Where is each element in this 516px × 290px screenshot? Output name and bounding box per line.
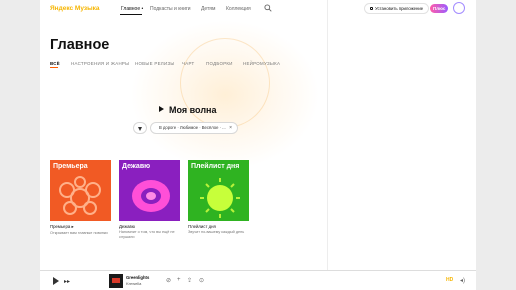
dislike-icon[interactable]: ⊘ bbox=[166, 277, 171, 284]
top-header: Яндекс Музыка Главное • Подкасты и книги… bbox=[40, 0, 476, 18]
volume-icon[interactable]: ◂) bbox=[460, 277, 465, 284]
wave-settings-button[interactable] bbox=[133, 122, 147, 134]
tab-active-underline bbox=[50, 67, 58, 68]
playlist-card-premiere[interactable]: Премьера Премьера ▸ Открывает вам главны… bbox=[50, 160, 111, 236]
playlist-description: Звучит по-вашему каждый день bbox=[188, 230, 245, 234]
playlist-cover[interactable]: Дежавю bbox=[119, 160, 180, 221]
track-cover[interactable] bbox=[109, 274, 123, 288]
dot-icon: • bbox=[141, 6, 144, 12]
nav-item-home[interactable]: Главное • bbox=[121, 6, 143, 12]
tab-all[interactable]: ВСЁ bbox=[50, 61, 60, 66]
nav-active-underline bbox=[120, 14, 142, 15]
playlist-name: Дежавю bbox=[119, 224, 136, 229]
device-icon bbox=[370, 7, 373, 11]
track-artist[interactable]: Krewella bbox=[126, 281, 141, 286]
main-column: Главное ВСЁ НАСТРОЕНИЯ И ЖАНРЫ НОВЫЕ РЕЛ… bbox=[40, 0, 327, 270]
filter-icon bbox=[138, 127, 142, 131]
search-icon[interactable] bbox=[264, 4, 272, 12]
play-icon[interactable]: ▸ bbox=[71, 224, 73, 229]
nav-item-podcasts[interactable]: Подкасты и книги bbox=[150, 6, 191, 12]
my-wave-label: Моя волна bbox=[169, 105, 217, 115]
more-icon[interactable]: ⊙ bbox=[199, 277, 204, 284]
tab-neuromusic[interactable]: НЕЙРОМУЗЫКА bbox=[243, 61, 280, 66]
playlist-cover[interactable]: Премьера bbox=[50, 160, 111, 221]
main-window: Главное ВСЁ НАСТРОЕНИЯ И ЖАНРЫ НОВЫЕ РЕЛ… bbox=[40, 0, 476, 270]
play-icon[interactable] bbox=[53, 277, 59, 285]
playlist-description: Открывает вам главные новинки bbox=[50, 231, 108, 235]
playlist-card-dejavu[interactable]: Дежавю Дежавю Напомнит о том, что вы ещё… bbox=[119, 160, 180, 240]
playlist-cover[interactable]: Плейлист дня bbox=[188, 160, 249, 221]
add-icon[interactable]: + bbox=[177, 277, 181, 283]
playlist-card-daily[interactable]: Плейлист дня Плейлист дня Звучит по-ваше… bbox=[188, 160, 249, 235]
logo[interactable]: Яндекс Музыка bbox=[50, 5, 100, 12]
tab-chart[interactable]: ЧАРТ bbox=[182, 61, 194, 66]
tab-collections[interactable]: ПОДБОРКИ bbox=[206, 61, 233, 66]
cover-title: Плейлист дня bbox=[191, 163, 240, 170]
wave-filter-text: В дороге · Любимое · Весёлое · ... bbox=[159, 125, 226, 130]
tab-new-releases[interactable]: НОВЫЕ РЕЛИЗЫ bbox=[135, 61, 175, 66]
plus-button[interactable]: Плюс bbox=[430, 4, 449, 13]
playlist-name: Премьера ▸ bbox=[50, 224, 74, 229]
nav-item-kids[interactable]: Детям bbox=[201, 6, 215, 12]
tab-moods-genres[interactable]: НАСТРОЕНИЯ И ЖАНРЫ bbox=[71, 61, 129, 66]
cover-title: Премьера bbox=[53, 163, 88, 170]
close-icon[interactable]: × bbox=[229, 123, 232, 133]
progress-bar[interactable] bbox=[40, 270, 476, 271]
quality-badge[interactable]: HD bbox=[446, 277, 453, 283]
nav-item-collection[interactable]: Коллекция bbox=[226, 6, 251, 12]
wave-filter-chip[interactable]: В дороге · Любимое · Весёлое · ... × bbox=[150, 122, 238, 134]
player-bar: ▸▸ Greenlights Krewella ⊘ + ⇪ ⊙ HD ◂) bbox=[40, 270, 476, 290]
app-page: Главное ВСЁ НАСТРОЕНИЯ И ЖАНРЫ НОВЫЕ РЕЛ… bbox=[0, 0, 516, 290]
my-wave-button[interactable]: Моя волна bbox=[159, 105, 216, 115]
next-icon[interactable]: ▸▸ bbox=[64, 278, 70, 285]
cover-title: Дежавю bbox=[122, 163, 151, 170]
share-icon[interactable]: ⇪ bbox=[187, 277, 192, 284]
install-app-button[interactable]: Установить приложение bbox=[364, 3, 430, 14]
playlist-description: Напомнит о том, что вы ещё не слушали bbox=[119, 230, 175, 239]
play-icon bbox=[159, 106, 164, 112]
playlist-name: Плейлист дня bbox=[188, 224, 216, 229]
page-title: Главное bbox=[50, 37, 110, 53]
avatar[interactable] bbox=[453, 2, 465, 14]
track-title[interactable]: Greenlights bbox=[126, 275, 149, 280]
right-sidebar bbox=[327, 0, 476, 270]
